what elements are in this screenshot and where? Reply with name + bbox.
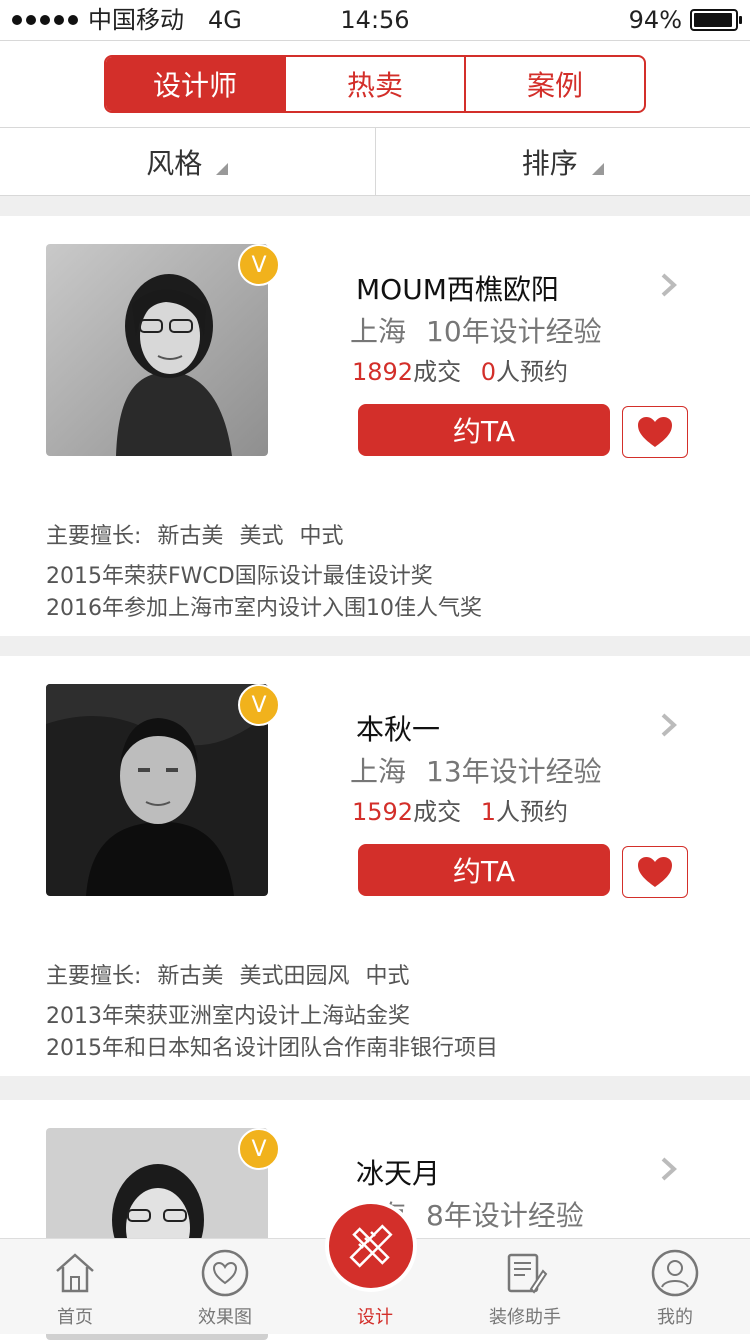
segment-hot-sale[interactable]: 热卖 — [284, 57, 464, 111]
specialty-tag: 美式 — [239, 524, 283, 549]
home-icon — [51, 1249, 99, 1297]
notepad-pencil-icon — [501, 1249, 549, 1297]
style-filter-label: 风格 — [146, 142, 202, 182]
heart-circle-icon — [201, 1249, 249, 1297]
designer-meta: 上海 13年设计经验 — [350, 750, 602, 790]
booked-label: 人预约 — [496, 358, 568, 386]
designer-name: 冰天月 — [356, 1152, 440, 1192]
designer-name: 本秋一 — [356, 708, 440, 748]
chevron-right-icon[interactable] — [660, 1156, 678, 1182]
designer-city: 上海 — [350, 755, 406, 788]
chevron-right-icon[interactable] — [660, 712, 678, 738]
designer-experience: 13年设计经验 — [426, 755, 602, 788]
tab-mine-label: 我的 — [600, 1303, 750, 1329]
pencil-ruler-icon — [343, 1218, 399, 1274]
tab-design-label: 设计 — [300, 1303, 450, 1329]
specialty-tag: 中式 — [299, 524, 343, 549]
book-designer-button[interactable]: 约TA — [358, 844, 610, 896]
style-filter[interactable]: 风格 — [0, 128, 375, 195]
deals-count: 1592 — [352, 798, 413, 826]
booked-label: 人预约 — [496, 798, 568, 826]
segmented-control: 设计师 热卖 案例 — [104, 55, 646, 113]
favorite-button[interactable] — [622, 406, 688, 458]
award-line: 2015年和日本知名设计团队合作南非银行项目 — [46, 1030, 498, 1062]
specialty-label: 主要擅长: — [46, 964, 141, 989]
verified-badge: V — [238, 684, 280, 726]
heart-icon — [636, 855, 674, 889]
specialties: 主要擅长: 新古美美式中式 — [46, 518, 343, 550]
tab-effects-label: 效果图 — [150, 1303, 300, 1329]
avatar — [46, 684, 268, 896]
favorite-button[interactable] — [622, 846, 688, 898]
user-icon — [651, 1249, 699, 1297]
specialty-tag: 新古美 — [157, 964, 223, 989]
designer-experience: 8年设计经验 — [426, 1199, 584, 1232]
deals-label: 成交 — [413, 798, 461, 826]
tab-assistant[interactable]: 装修助手 — [450, 1239, 600, 1335]
verified-badge: V — [238, 1128, 280, 1170]
chevron-right-icon[interactable] — [660, 272, 678, 298]
deals-count: 1892 — [352, 358, 413, 386]
specialty-label: 主要擅长: — [46, 524, 141, 549]
tab-effects[interactable]: 效果图 — [150, 1239, 300, 1335]
battery-icon — [690, 9, 738, 31]
tab-mine[interactable]: 我的 — [600, 1239, 750, 1335]
booked-count: 0 — [481, 358, 496, 386]
award-line: 2015年荣获FWCD国际设计最佳设计奖 — [46, 558, 433, 590]
dropdown-triangle-icon — [592, 163, 604, 175]
specialties: 主要擅长: 新古美美式田园风中式 — [46, 958, 409, 990]
booked-count: 1 — [481, 798, 496, 826]
designer-card[interactable]: V 本秋一 上海 13年设计经验 1592成交 1人预约 约TA 主要擅长: 新古美… — [0, 656, 750, 1076]
designer-stats: 1592成交 1人预约 — [352, 792, 568, 827]
designer-meta: 上海 10年设计经验 — [350, 310, 602, 350]
designer-experience: 10年设计经验 — [426, 315, 602, 348]
designer-card[interactable]: V MOUM西樵欧阳 上海 10年设计经验 1892成交 0人预约 约TA 主要擅… — [0, 216, 750, 636]
avatar — [46, 244, 268, 456]
status-bar: 中国移动 4G 14:56 94% — [0, 0, 750, 40]
filter-bar: 风格 排序 — [0, 128, 750, 196]
segment-bar: 设计师 热卖 案例 — [0, 40, 750, 128]
designer-stats: 1892成交 0人预约 — [352, 352, 568, 387]
award-line: 2016年参加上海市室内设计入围10佳人气奖 — [46, 590, 482, 622]
award-line: 2013年荣获亚洲室内设计上海站金奖 — [46, 998, 410, 1030]
deals-label: 成交 — [413, 358, 461, 386]
verified-badge: V — [238, 244, 280, 286]
specialty-tag: 新古美 — [157, 524, 223, 549]
designer-city: 上海 — [350, 315, 406, 348]
heart-icon — [636, 415, 674, 449]
book-designer-button[interactable]: 约TA — [358, 404, 610, 456]
design-tab-button[interactable] — [325, 1200, 417, 1292]
tab-assistant-label: 装修助手 — [450, 1303, 600, 1329]
specialty-tag: 美式田园风 — [239, 964, 349, 989]
specialty-tag: 中式 — [365, 964, 409, 989]
tab-home[interactable]: 首页 — [0, 1239, 150, 1335]
designer-name: MOUM西樵欧阳 — [356, 268, 559, 308]
sort-filter[interactable]: 排序 — [375, 128, 750, 195]
tab-home-label: 首页 — [0, 1303, 150, 1329]
segment-designers[interactable]: 设计师 — [106, 57, 284, 111]
sort-filter-label: 排序 — [522, 142, 578, 182]
dropdown-triangle-icon — [216, 163, 228, 175]
segment-cases[interactable]: 案例 — [464, 57, 644, 111]
battery-percentage: 94% — [629, 0, 682, 40]
